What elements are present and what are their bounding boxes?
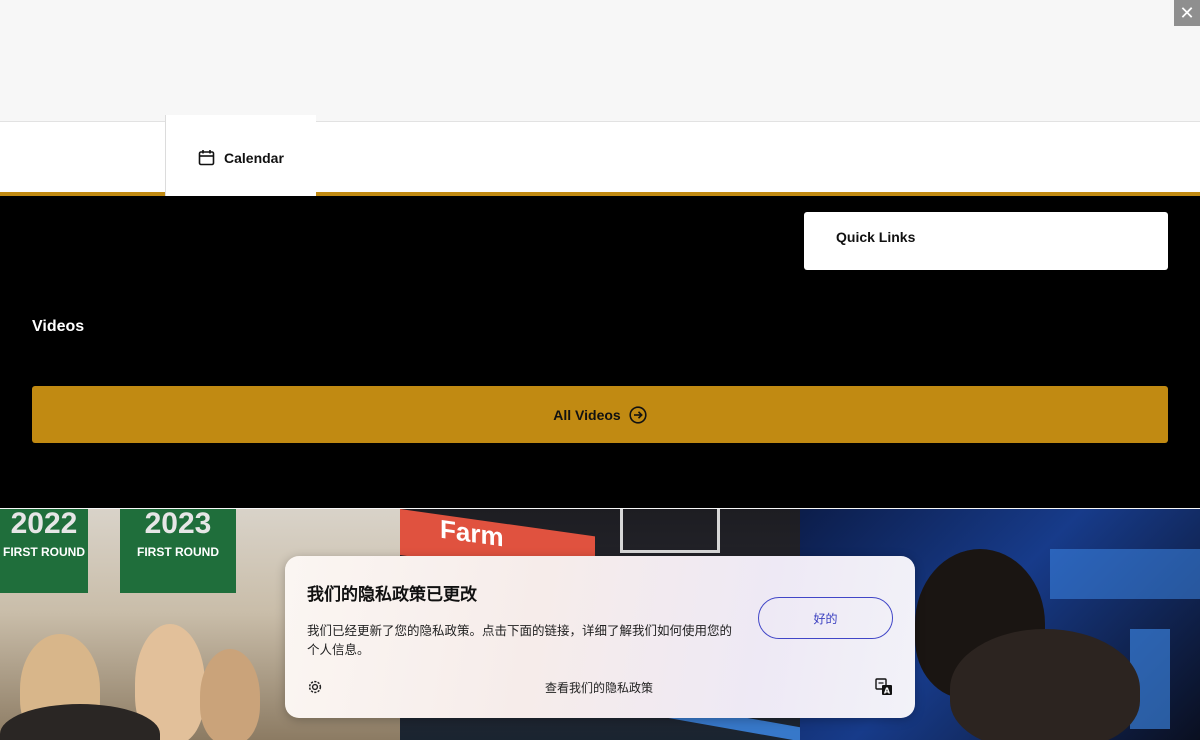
calendar-icon xyxy=(198,149,215,166)
privacy-body: 我们已经更新了您的隐私政策。点击下面的链接，详细了解我们如何使用您的个人信息。 xyxy=(307,623,733,657)
arrow-right-circle-icon xyxy=(629,405,647,424)
videos-heading: Videos xyxy=(32,318,85,335)
tab-calendar[interactable]: Calendar xyxy=(165,115,316,200)
quick-links-dropdown[interactable]: Quick Links xyxy=(804,212,1168,270)
top-header-area xyxy=(0,0,1200,122)
quick-links-label: Quick Links xyxy=(836,229,916,245)
championship-banner: 2022 FIRST ROUND xyxy=(0,509,88,593)
ok-button[interactable]: 好的 xyxy=(758,597,893,639)
gear-icon[interactable] xyxy=(307,679,323,695)
privacy-footer: 查看我们的隐私政策 A xyxy=(307,678,893,696)
basketball-hoop xyxy=(620,509,720,553)
svg-text:A: A xyxy=(884,686,891,695)
championship-banner: 2023 FIRST ROUND xyxy=(120,509,236,593)
all-videos-label: All Videos xyxy=(553,406,621,423)
privacy-policy-link[interactable]: 查看我们的隐私政策 xyxy=(545,679,653,696)
privacy-notice-dialog: 我们的隐私政策已更改 我们已经更新了您的隐私政策。点击下面的链接，详细了解我们如… xyxy=(285,556,915,718)
player-figure xyxy=(950,629,1140,740)
translate-icon[interactable]: A xyxy=(875,678,893,696)
all-videos-button[interactable]: All Videos xyxy=(32,386,1168,443)
arena-light xyxy=(1050,549,1200,599)
tab-calendar-label: Calendar xyxy=(224,149,284,166)
player-figure xyxy=(200,649,260,740)
close-button[interactable]: ✕ xyxy=(1174,0,1200,26)
close-icon: ✕ xyxy=(1179,3,1195,23)
